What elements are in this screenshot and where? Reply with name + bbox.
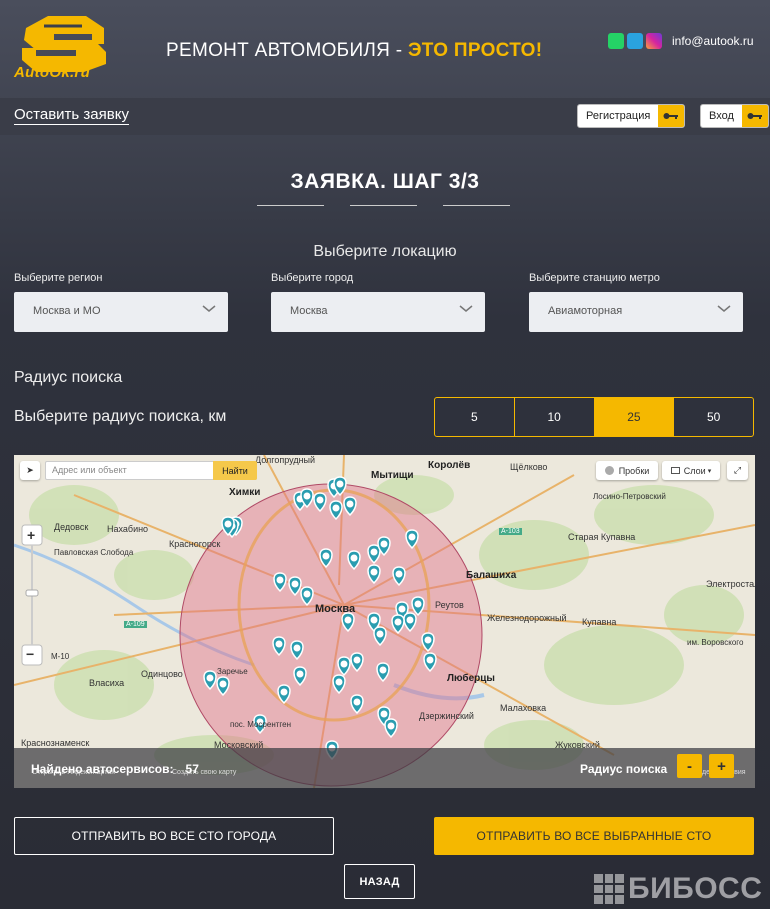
radius-option-5[interactable]: 5 (435, 398, 515, 436)
city-value: Москва (290, 305, 328, 317)
traffic-icon (604, 466, 614, 475)
place-label: пос. Мосрентген (230, 720, 292, 729)
step-line-3 (443, 205, 510, 206)
watermark: БИБОСС (594, 872, 762, 906)
map[interactable]: Долгопрудный Мытищи Королёв Щёлково Химк… (14, 455, 755, 788)
leave-request-link[interactable]: Оставить заявку (14, 106, 129, 125)
road-label: А-103 (499, 528, 522, 535)
zoom-in-button[interactable]: + (27, 527, 35, 543)
social-links (608, 33, 662, 49)
city-label: Выберите город (271, 272, 354, 284)
radius-option-10[interactable]: 10 (515, 398, 595, 436)
login-label: Вход (709, 110, 734, 122)
header: AutoOk.ru РЕМОНТ АВТОМОБИЛЯ - ЭТО ПРОСТО… (0, 0, 770, 98)
back-button[interactable]: НАЗАД (344, 864, 415, 899)
place-label: Щёлково (510, 462, 548, 472)
place-label: Долгопрудный (255, 455, 316, 465)
place-label: Павловская Слобода (54, 548, 134, 557)
logo-text[interactable]: AutoOk.ru (14, 64, 90, 81)
city-select[interactable]: Москва (271, 292, 485, 332)
radius-option-25[interactable]: 25 (594, 398, 675, 436)
layers-icon (670, 467, 680, 474)
place-label: Заречье (217, 667, 248, 676)
page-title: ЗАЯВКА. ШАГ 3/3 (290, 170, 480, 193)
chevron-down-icon (459, 305, 473, 312)
send-city-button[interactable]: ОТПРАВИТЬ ВО ВСЕ СТО ГОРОДА (14, 817, 334, 855)
chevron-down-icon (717, 305, 731, 312)
email-link[interactable]: info@autook.ru (672, 34, 754, 48)
place-label: им. Воровского (687, 638, 744, 647)
step-indicator (257, 205, 510, 206)
register-label: Регистрация (586, 110, 651, 122)
chevron-down-icon: ▾ (707, 467, 712, 475)
chevron-down-icon (202, 305, 216, 312)
fullscreen-icon[interactable]: ⤢ (727, 461, 748, 480)
send-selected-button[interactable]: ОТПРАВИТЬ ВО ВСЕ ВЫБРАННЫЕ СТО (434, 817, 754, 855)
radius-label: Радиус поиска (580, 762, 668, 776)
map-search-button[interactable]: Найти (213, 461, 257, 480)
place-label: Электросталь (706, 579, 755, 589)
place-label: Королёв (428, 460, 471, 471)
radius-selector: 5 10 25 50 (434, 397, 754, 437)
place-label: Люберцы (447, 673, 495, 684)
place-label: Москва (315, 603, 356, 615)
place-label: Нахабино (107, 524, 149, 534)
key-icon (741, 105, 768, 127)
radius-question: Выберите радиус поиска, км (14, 408, 227, 425)
step-line-1 (257, 205, 324, 206)
register-button[interactable]: Регистрация (577, 104, 686, 128)
navbar: Оставить заявку Регистрация Вход (0, 98, 770, 135)
metro-value: Авиамоторная (548, 305, 623, 317)
place-label: Старая Купавна (568, 532, 636, 542)
key-icon (658, 105, 685, 127)
traffic-button[interactable]: Пробки (596, 461, 658, 480)
radius-decrease-button[interactable]: - (677, 754, 702, 778)
instagram-icon[interactable] (646, 33, 662, 49)
metro-label: Выберите станцию метро (529, 272, 660, 284)
whatsapp-icon[interactable] (608, 33, 624, 49)
zoom-control[interactable] (21, 524, 43, 666)
watermark-text: БИБОСС (628, 872, 763, 905)
found-number: 57 (185, 762, 199, 776)
region-select[interactable]: Москва и МО (14, 292, 228, 332)
road-label: М-10 (51, 652, 70, 661)
place-label: Железнодорожный (487, 613, 567, 623)
place-label: Власиха (89, 678, 125, 688)
traffic-label: Пробки (618, 465, 650, 476)
place-label: Малаховка (500, 703, 547, 713)
layers-label: Слои (683, 465, 706, 476)
radius-heading: Радиус поиска (14, 369, 123, 386)
place-label: Балашиха (466, 570, 517, 581)
location-arrow-icon[interactable]: ➤ (20, 461, 40, 480)
step-line-2 (350, 205, 417, 206)
slogan-main: РЕМОНТ АВТОМОБИЛЯ - (166, 40, 403, 61)
place-label: Реутов (435, 600, 464, 610)
watermark-logo-icon (594, 874, 624, 904)
login-button[interactable]: Вход (700, 104, 769, 128)
slogan-accent: ЭТО ПРОСТО! (407, 40, 543, 61)
layers-button[interactable]: Слои ▾ (662, 461, 720, 480)
place-label: Химки (229, 487, 261, 498)
place-label: Дедовск (54, 522, 89, 532)
place-label: Краснознаменск (21, 738, 90, 748)
slogan: РЕМОНТ АВТОМОБИЛЯ - ЭТО ПРОСТО! (166, 40, 542, 62)
place-label: Одинцово (141, 669, 183, 679)
region-label: Выберите регион (14, 272, 103, 284)
place-label: Лосино-Петровский (593, 492, 666, 501)
zoom-out-button[interactable]: − (26, 646, 34, 662)
radius-increase-button[interactable]: + (709, 754, 734, 778)
location-title: Выберите локацию (313, 243, 457, 260)
place-label: Красногорск (169, 539, 221, 549)
found-label: Найдено автосервисов: (31, 762, 174, 776)
place-label: Купавна (582, 617, 617, 627)
road-label: А-109 (124, 621, 147, 628)
place-label: Мытищи (371, 470, 414, 481)
found-count: Найдено автосервисов: 57 (31, 762, 199, 776)
telegram-icon[interactable] (627, 33, 643, 49)
metro-select[interactable]: Авиамоторная (529, 292, 743, 332)
radius-option-50[interactable]: 50 (674, 398, 753, 436)
region-value: Москва и МО (33, 305, 101, 317)
map-footer: Открыть в Яндекс.Картах Создать свою кар… (14, 748, 755, 788)
place-label: Дзержинский (419, 711, 474, 721)
